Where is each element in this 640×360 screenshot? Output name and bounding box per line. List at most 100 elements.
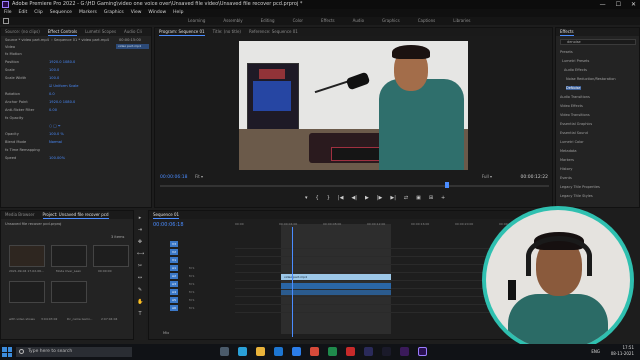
track-controls[interactable]: M S [189,265,259,272]
effects-list-item[interactable]: Audio Effects [564,68,587,72]
effect-row-value[interactable]: 100.0 [49,76,59,80]
effect-row-value[interactable]: 100.0 [49,68,59,72]
effect-row[interactable]: fx Motion [5,52,49,56]
track-target-video[interactable]: V3 [170,241,178,247]
tab-title[interactable]: Title: (no title) [213,28,241,36]
track-controls[interactable]: M S [189,297,259,304]
tab-sequence[interactable]: Sequence 01 [153,211,180,219]
mark-out-button[interactable]: } [327,195,330,201]
project-thumb-5[interactable] [51,281,87,303]
tab-effects[interactable]: Effects [560,28,574,36]
store-icon[interactable] [274,347,283,356]
premiere-pro-taskbar-icon[interactable] [418,347,427,356]
close-button[interactable]: ✕ [631,0,636,9]
track-target-audio[interactable]: A6 [170,305,178,311]
slip-tool-icon[interactable]: ↔ [137,276,143,281]
track-controls[interactable] [189,249,259,256]
effects-list-item[interactable]: Video Effects [560,104,583,108]
workspace-graphics[interactable]: Graphics [382,17,400,25]
menu-edit[interactable]: Edit [19,9,28,17]
timeline-timecode[interactable]: 00:00:06:18 [153,222,184,228]
home-icon[interactable] [3,18,9,24]
project-thumb-2[interactable] [51,245,87,267]
clock[interactable]: 17:51 08-11-2021 [611,345,634,357]
effect-row[interactable]: Scale Width 100.0 [5,76,59,80]
pen-tool-icon[interactable]: ✎ [137,288,143,293]
play-button[interactable]: ▶ [365,195,369,201]
track-controls[interactable]: M S [189,281,259,288]
tab-source[interactable]: Source: (no clips) [5,28,40,36]
effects-list-item[interactable]: Lumetri Presets [562,59,589,63]
workspace-captions[interactable]: Captions [418,17,436,25]
lift-button[interactable]: ⇄ [404,195,408,201]
program-timecode[interactable]: 00:00:06:18 [160,175,187,180]
workspace-color[interactable]: Color [293,17,303,25]
track-controls[interactable]: M S [189,273,259,280]
menu-sequence[interactable]: Sequence [50,9,72,17]
workspace-audio[interactable]: Audio [353,17,364,25]
edge-icon[interactable] [238,347,247,356]
track-target-audio[interactable]: A1 [170,265,178,271]
program-playhead[interactable] [445,182,449,188]
audio-clip-a2[interactable] [281,290,391,295]
taskbar-search-input[interactable]: Type here to search [16,347,132,357]
menu-help[interactable]: Help [173,9,183,17]
go-to-out-button[interactable]: ▶| [390,195,396,201]
effect-row-value[interactable]: Normal [49,140,62,144]
effect-row-value[interactable]: ○ □ ✒ [49,124,61,128]
razor-tool-icon[interactable]: ✂ [137,264,143,269]
effects-list-item[interactable]: Metadata [560,149,577,153]
timeline-playhead[interactable] [292,227,293,337]
track-target-audio[interactable]: A5 [170,297,178,303]
project-thumb-1[interactable] [9,245,45,267]
effects-list-item[interactable]: Essential Sound [560,131,588,135]
effect-row[interactable]: Opacity 100.0 % [5,132,64,136]
minimize-button[interactable]: — [600,0,606,9]
effect-row[interactable]: Scale 100.0 [5,68,59,72]
add-marker-button[interactable]: ▾ [305,195,308,201]
file-explorer-icon[interactable] [256,347,265,356]
workspace-assembly[interactable]: Assembly [223,17,242,25]
effect-row[interactable]: fx Opacity [5,116,49,120]
workspace-editing[interactable]: Editing [261,17,275,25]
windows-start-icon[interactable] [2,347,12,357]
track-controls[interactable]: M S [189,305,259,312]
effects-list-item[interactable]: Video Transitions [560,113,590,117]
track-target-audio[interactable]: A3 [170,281,178,287]
chrome-icon[interactable] [310,347,319,356]
project-thumb-4[interactable] [9,281,45,303]
rate-stretch-tool-icon[interactable]: ⟷ [137,252,144,257]
video-clip[interactable]: video part.mp4 [281,274,391,280]
effects-list-item[interactable]: Audio Transitions [560,95,590,99]
effect-row-value[interactable]: 1920.0 1080.0 [49,60,75,64]
source-clip-path[interactable]: Source * video part.mp4 › Sequence 01 * … [5,38,109,42]
tab-project[interactable]: Project: Unsaved file recover pcd [42,211,109,219]
mark-in-button[interactable]: { [316,195,319,201]
workspace-libraries[interactable]: Libraries [453,17,470,25]
effects-list-item[interactable]: Legacy Title Properties [560,185,600,189]
project-thumb-3[interactable] [93,245,129,267]
menu-view[interactable]: View [131,9,142,17]
menu-graphics[interactable]: Graphics [104,9,124,17]
maximize-button[interactable]: ☐ [616,0,621,9]
obs-icon[interactable] [364,347,373,356]
track-select-tool-icon[interactable]: ⇥ [137,228,143,233]
tab-lumetri-scopes[interactable]: Lumetri Scopes [85,28,116,36]
effect-row[interactable]: Anti-flicker Filter 0.00 [5,108,57,112]
ripple-edit-tool-icon[interactable]: ✥ [137,240,143,245]
effects-list-item[interactable]: Presets [560,50,573,54]
effect-row-value[interactable]: 1920.0 1080.0 [49,100,75,104]
effect-row-value[interactable]: 100.0 % [49,132,64,136]
whatsapp-icon[interactable] [328,347,337,356]
effect-row-value[interactable]: 100.00% [49,156,65,160]
menu-markers[interactable]: Markers [79,9,97,17]
track-controls[interactable]: M S [189,289,259,296]
effect-row-value[interactable]: ☑ Uniform Scale [49,84,78,88]
effect-row[interactable]: fx Time Remapping [5,148,49,152]
fit-dropdown[interactable]: Fit ▾ [195,174,203,179]
quality-dropdown[interactable]: Full ▾ [482,174,492,179]
selection-tool-icon[interactable]: ▸ [137,216,143,221]
menu-clip[interactable]: Clip [34,9,43,17]
step-forward-button[interactable]: |▶ [377,195,383,201]
effect-row[interactable]: Blend Mode Normal [5,140,62,144]
